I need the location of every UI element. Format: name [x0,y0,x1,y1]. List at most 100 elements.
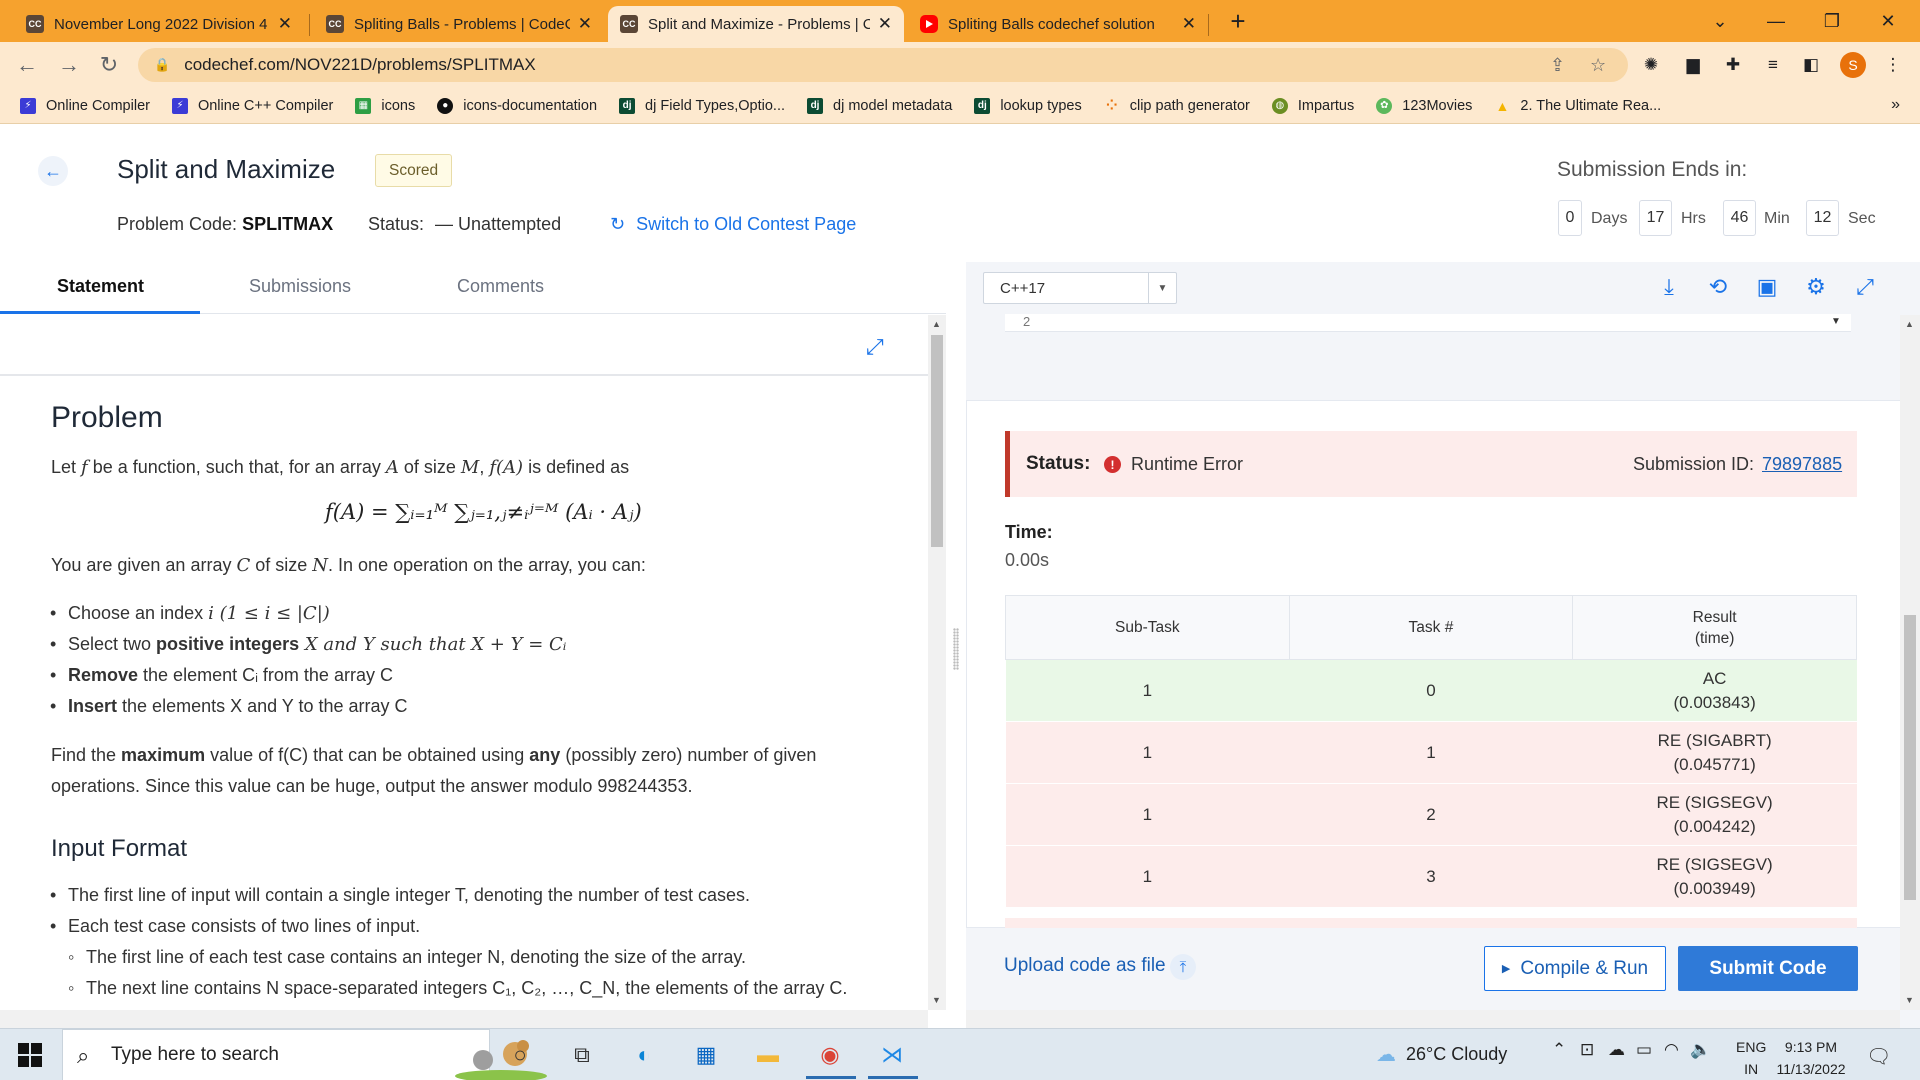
back-icon[interactable]: ← [12,50,42,80]
gear-icon[interactable]: ⚙ [1803,274,1829,300]
share-icon[interactable]: ⇪ [1550,48,1565,82]
chevron-down-icon[interactable]: ▼ [1831,316,1841,327]
time-value: 0.00s [1005,550,1050,570]
django-icon: dj [619,97,636,114]
scrollbar-thumb[interactable] [931,335,943,547]
tab-comments[interactable]: Comments [457,276,544,297]
custom-input-field[interactable]: 2 [1005,314,1851,332]
tab-submissions[interactable]: Submissions [249,276,351,297]
tab-title: Spliting Balls codechef solution [948,15,1155,33]
bookmark-item[interactable]: ✿ 123Movies [1376,97,1472,114]
bookmark-item[interactable]: ● icons-documentation [437,97,597,114]
system-clock[interactable]: 9:13 PM 11/13/2022 [1772,1036,1850,1080]
close-tab-icon[interactable]: ✕ [1182,14,1196,34]
bookmark-item[interactable]: dj dj Field Types,Optio... [619,97,785,114]
restore-button[interactable]: ❐ [1804,0,1860,42]
close-window-button[interactable]: ✕ [1860,0,1916,42]
save-icon[interactable]: ▣ [1754,274,1780,300]
expand-icon[interactable]: ⤢ [866,334,884,360]
bookmark-item[interactable]: ⚡ Online Compiler [20,97,150,114]
submit-code-button[interactable]: Submit Code [1678,946,1858,991]
notification-icon[interactable]: 🗨 [1866,1044,1891,1069]
bookmark-item[interactable]: ◍ Impartus [1271,97,1354,114]
scrollbar-thumb[interactable] [1904,615,1916,900]
taskbar-search-input[interactable]: ⌕ Type here to search [62,1029,547,1080]
battery-icon[interactable]: ▭ [1636,1040,1652,1060]
edge-icon[interactable]: ◐ [626,1037,662,1073]
upload-icon[interactable]: ⤒ [1170,954,1196,980]
bookmark-item[interactable]: dj dj model metadata [807,97,952,114]
divider [0,374,928,376]
submission-id-link[interactable]: 79897885 [1762,454,1842,475]
browser-tab-active[interactable]: CC Split and Maximize - Problems | C ✕ [608,6,904,42]
close-tab-icon[interactable]: ✕ [578,14,592,34]
reload-icon[interactable]: ↻ [94,50,124,80]
statement-h-scrollbar[interactable] [0,1010,928,1028]
task-view-icon[interactable]: ⧉ [564,1037,600,1073]
volume-icon[interactable]: 🔈 [1690,1040,1711,1060]
fullscreen-icon[interactable]: ⤢ [1852,274,1878,300]
extension-openai-icon[interactable]: ✺ [1640,54,1662,76]
codechef-favicon-icon: CC [26,15,44,33]
file-explorer-icon[interactable]: ▬ [750,1037,786,1073]
problem-heading: Problem [51,401,163,434]
new-tab-button[interactable]: + [1222,6,1254,38]
bookmark-item[interactable]: dj lookup types [974,97,1082,114]
extensions-puzzle-icon[interactable]: ✚ [1722,54,1744,76]
editor-scrollbar[interactable]: ▲ ▼ [1900,315,1920,1010]
column-header: Task # [1288,595,1574,660]
reading-list-icon[interactable]: ≡ [1762,54,1784,76]
windows-taskbar: ⌕ Type here to search ○ ⧉ ◐ ▦ ▬ ◉ ⋊ [0,1028,1920,1080]
scroll-up-icon[interactable]: ▲ [1905,319,1914,329]
back-arrow-button[interactable]: ← [38,156,68,186]
statement-scrollbar[interactable]: ▲ ▼ [928,315,946,1010]
show-hidden-icons-icon[interactable]: ⌃ [1552,1040,1566,1060]
close-tab-icon[interactable]: ✕ [278,14,292,34]
wifi-icon[interactable]: ◠ [1664,1040,1679,1060]
store-icon[interactable]: ▦ [688,1037,724,1073]
cortana-icon[interactable]: ○ [502,1037,538,1073]
upload-code-link[interactable]: Upload code as file [1004,955,1166,977]
countdown-hours: 17 [1639,200,1672,236]
bookmark-item[interactable]: ▲ 2. The Ultimate Rea... [1494,98,1661,114]
chrome-icon[interactable]: ◉ [812,1037,848,1073]
browser-tab[interactable]: CC Spliting Balls - Problems | CodeC ✕ [314,6,604,42]
menu-kebab-icon[interactable]: ⋮ [1882,54,1904,76]
close-tab-icon[interactable]: ✕ [878,14,892,34]
dots-icon: ⁘ [1105,97,1118,113]
reset-icon[interactable]: ⟲ [1705,274,1731,300]
bookmark-item[interactable]: ⚡ Online C++ Compiler [171,97,333,114]
profile-avatar[interactable]: S [1840,52,1866,78]
browser-tab[interactable]: CC November Long 2022 Division 4 ✕ [14,6,304,42]
address-bar[interactable]: 🔒 codechef.com/NOV221D/problems/SPLITMAX… [138,48,1628,82]
weather-widget[interactable]: ☁ 26°C Cloudy [1376,1042,1507,1067]
scroll-down-icon[interactable]: ▼ [932,995,941,1005]
splitter-handle-icon[interactable] [953,628,959,670]
tab-search-icon[interactable]: ⌄ [1692,0,1748,42]
bookmark-star-icon[interactable]: ☆ [1590,48,1606,82]
scroll-down-icon[interactable]: ▼ [1905,995,1914,1005]
scroll-up-icon[interactable]: ▲ [932,319,941,329]
vscode-icon[interactable]: ⋊ [874,1037,910,1073]
meet-now-icon[interactable]: ⊡ [1580,1040,1594,1060]
result-status-label: Status: [1026,453,1091,474]
editor-h-scrollbar[interactable] [966,1010,1900,1028]
problem-tabs: Statement Submissions Comments [0,262,964,314]
language-select[interactable]: C++17 ▼ [983,272,1177,304]
windows-start-icon[interactable] [18,1043,42,1067]
forward-icon[interactable]: → [54,50,84,80]
browser-tab[interactable]: Spliting Balls codechef solution ✕ [908,6,1208,42]
download-icon[interactable]: ⤓ [1656,274,1682,300]
input-language[interactable]: ENG IN [1736,1036,1766,1080]
switch-old-page-link[interactable]: ↻ Switch to Old Contest Page [610,214,856,235]
tab-statement[interactable]: Statement [57,276,144,297]
bookmark-item[interactable]: ⁘ clip path generator [1104,97,1250,114]
side-panel-icon[interactable]: ◧ [1800,54,1822,76]
extension-screen-icon[interactable]: ▆ [1682,54,1704,76]
onedrive-icon[interactable]: ☁ [1608,1040,1625,1060]
compile-run-button[interactable]: ▶ Compile & Run [1484,946,1666,991]
bookmark-item[interactable]: ▦ icons [355,97,415,114]
list-item: The first line of input will contain a s… [50,882,847,913]
more-bookmarks-icon[interactable]: » [1891,96,1900,114]
minimize-button[interactable]: — [1748,0,1804,42]
